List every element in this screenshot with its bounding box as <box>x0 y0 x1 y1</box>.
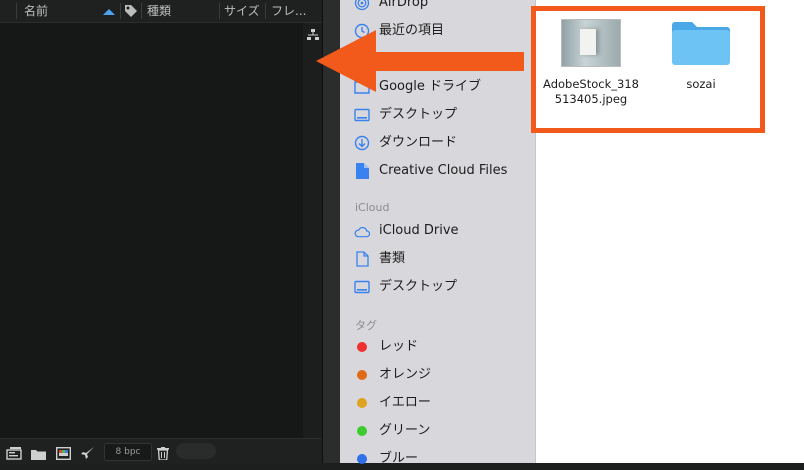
column-separator <box>120 3 121 19</box>
column-separator <box>16 3 17 19</box>
cloud-icon <box>354 223 370 239</box>
sidebar-item-label: デスクトップ <box>379 107 458 122</box>
project-item-list[interactable] <box>0 23 303 438</box>
file-item-image[interactable]: AdobeStock_318 513405.jpeg <box>536 19 646 107</box>
tag-dot-icon <box>354 451 370 467</box>
file-name: sozai <box>686 77 716 91</box>
footer-scrollbar[interactable] <box>176 443 216 459</box>
column-separator <box>219 3 220 19</box>
document-icon <box>354 251 370 267</box>
size-column-header[interactable]: サイズ <box>224 4 260 18</box>
sidebar-item-label: AirDrop <box>379 0 429 10</box>
folder-icon <box>670 19 732 67</box>
label-tag-icon[interactable] <box>124 4 138 18</box>
file-name: AdobeStock_318 513405.jpeg <box>543 77 639 106</box>
tag-dot-icon <box>354 339 370 355</box>
new-folder-icon[interactable] <box>31 445 46 460</box>
airdrop-icon <box>354 0 370 11</box>
document-icon <box>354 163 370 179</box>
sidebar-item-label: レッド <box>379 339 419 354</box>
annotation-arrow-icon <box>316 30 524 92</box>
desktop-icon <box>354 279 370 295</box>
desktop-icon <box>354 107 370 123</box>
sidebar-item-label: デスクトップ <box>379 279 458 294</box>
file-item-folder[interactable]: sozai <box>656 19 746 92</box>
sidebar-item-label: ダウンロード <box>379 135 458 150</box>
name-column-header[interactable]: 名前 <box>24 4 48 18</box>
sidebar-section-tags: タグ <box>355 319 377 332</box>
trash-icon[interactable] <box>157 445 171 461</box>
image-thumbnail-icon <box>561 19 621 67</box>
sidebar-item-label: オレンジ <box>379 367 432 382</box>
tag-dot-icon <box>354 395 370 411</box>
sidebar-section-icloud: iCloud <box>355 201 390 214</box>
annotation-highlight-box: AdobeStock_318 513405.jpeg sozai <box>531 6 765 133</box>
render-queue-icon[interactable] <box>81 445 95 459</box>
new-composition-icon[interactable] <box>55 445 72 461</box>
type-column-header[interactable]: 種類 <box>147 4 171 18</box>
sort-ascending-icon[interactable] <box>103 5 115 19</box>
column-separator <box>265 3 266 19</box>
sidebar-item-label: 書類 <box>379 251 406 266</box>
sidebar-item-label: ブルー <box>379 451 419 466</box>
sidebar-item-label: Creative Cloud Files <box>379 163 508 178</box>
project-column-header: 名前 種類 サイズ フレ... <box>0 0 322 23</box>
project-panel: 名前 種類 サイズ フレ... 8 bpc <box>0 0 323 464</box>
project-panel-footer: 8 bpc <box>0 438 322 464</box>
sidebar-item-label: iCloud Drive <box>379 223 459 238</box>
download-icon <box>354 135 370 151</box>
tag-dot-icon <box>354 423 370 439</box>
bit-depth-button[interactable]: 8 bpc <box>104 443 152 461</box>
interpret-footage-icon[interactable] <box>6 445 22 460</box>
frame-column-header[interactable]: フレ... <box>271 4 306 18</box>
sidebar-item-label: グリーン <box>379 423 431 438</box>
column-separator <box>141 3 142 19</box>
tag-dot-icon <box>354 367 370 383</box>
sidebar-item-label: イエロー <box>379 395 431 410</box>
